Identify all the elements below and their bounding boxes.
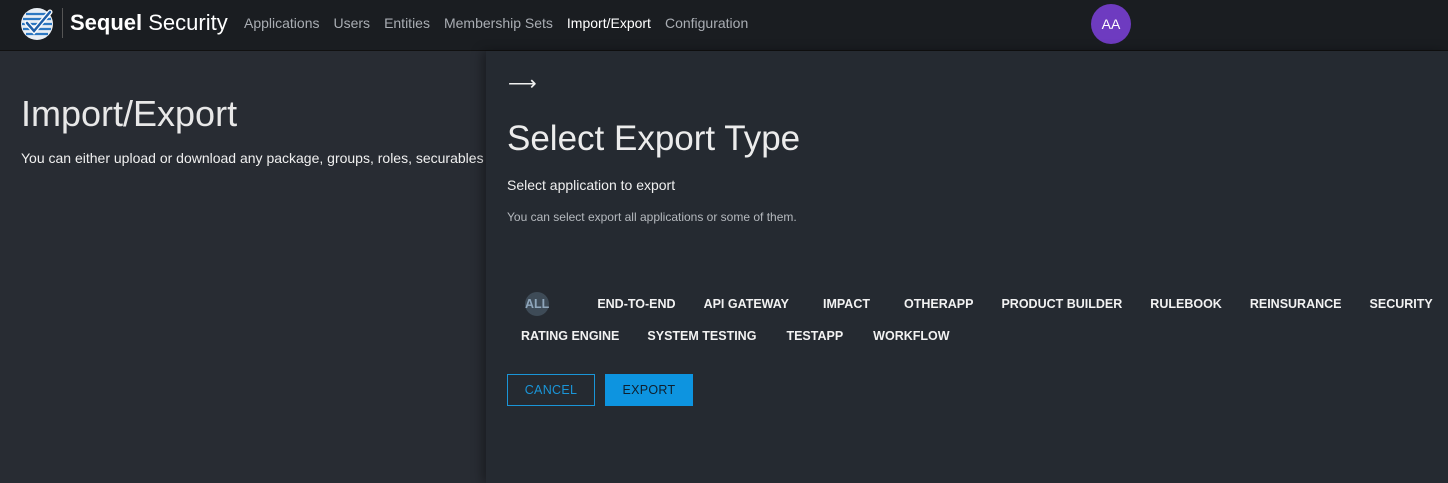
brand-bold: Sequel bbox=[70, 10, 143, 35]
app-label: RULEBOOK bbox=[1150, 297, 1222, 311]
main-nav: Applications Users Entities Membership S… bbox=[244, 15, 748, 31]
panel-subtitle: Select application to export bbox=[507, 177, 676, 193]
app-label: REINSURANCE bbox=[1249, 297, 1342, 311]
nav-entities[interactable]: Entities bbox=[384, 15, 430, 31]
brand-light: Security bbox=[142, 10, 228, 35]
sequel-logo-icon[interactable] bbox=[20, 7, 54, 41]
app-option-workflow[interactable]: WORKFLOW bbox=[859, 320, 963, 352]
app-option-rulebook[interactable]: RULEBOOK bbox=[1136, 288, 1236, 320]
app-option-impact[interactable]: IMPACT bbox=[809, 288, 884, 320]
app-label: API GATEWAY bbox=[703, 297, 789, 311]
nav-configuration[interactable]: Configuration bbox=[665, 15, 748, 31]
app-label: END-TO-END bbox=[597, 297, 676, 311]
app-option-api-gateway[interactable]: API GATEWAY bbox=[690, 288, 803, 320]
app-label: ALL bbox=[525, 297, 550, 311]
application-row-1: ALL END-TO-END API GATEWAY IMPACT OTHERA… bbox=[507, 288, 1437, 320]
nav-applications[interactable]: Applications bbox=[244, 15, 320, 31]
app-label: IMPACT bbox=[823, 297, 870, 311]
app-label: OTHERAPP bbox=[904, 297, 974, 311]
user-avatar[interactable]: AA bbox=[1091, 4, 1131, 44]
app-option-otherapp[interactable]: OTHERAPP bbox=[890, 288, 987, 320]
export-button[interactable]: EXPORT bbox=[605, 374, 693, 406]
application-row-2: RATING ENGINE SYSTEM TESTING TESTAPP WOR… bbox=[507, 320, 1437, 352]
export-side-panel: ⟶ Select Export Type Select application … bbox=[486, 51, 1448, 483]
brand-name[interactable]: Sequel Security bbox=[70, 10, 228, 36]
page-title: Import/Export bbox=[21, 93, 238, 134]
app-label: SECURITY bbox=[1369, 297, 1433, 311]
app-option-security[interactable]: SECURITY bbox=[1356, 288, 1447, 320]
app-option-reinsurance[interactable]: REINSURANCE bbox=[1236, 288, 1356, 320]
app-label: WORKFLOW bbox=[873, 329, 950, 343]
app-option-testapp[interactable]: TESTAPP bbox=[772, 320, 857, 352]
app-label: RATING ENGINE bbox=[521, 329, 620, 343]
panel-hint: You can select export all applications o… bbox=[507, 210, 797, 224]
nav-import-export[interactable]: Import/Export bbox=[567, 15, 651, 31]
app-option-end-to-end[interactable]: END-TO-END bbox=[583, 288, 689, 320]
app-label: PRODUCT BUILDER bbox=[1001, 297, 1123, 311]
page-description: You can either upload or download any pa… bbox=[21, 150, 484, 166]
cancel-button[interactable]: CANCEL bbox=[507, 374, 595, 406]
panel-title: Select Export Type bbox=[507, 119, 801, 158]
app-option-product-builder[interactable]: PRODUCT BUILDER bbox=[987, 288, 1136, 320]
top-navigation-bar: Sequel Security Applications Users Entit… bbox=[0, 0, 1448, 51]
nav-users[interactable]: Users bbox=[334, 15, 371, 31]
logo-divider bbox=[62, 8, 63, 38]
app-label: TESTAPP bbox=[786, 329, 844, 343]
arrow-right-icon[interactable]: ⟶ bbox=[508, 71, 537, 96]
app-option-rating-engine[interactable]: RATING ENGINE bbox=[507, 320, 633, 352]
app-label: SYSTEM TESTING bbox=[647, 329, 757, 343]
panel-actions: CANCEL EXPORT bbox=[507, 374, 693, 406]
app-option-all[interactable]: ALL bbox=[511, 288, 563, 320]
application-chip-list: ALL END-TO-END API GATEWAY IMPACT OTHERA… bbox=[507, 288, 1437, 352]
app-option-system-testing[interactable]: SYSTEM TESTING bbox=[633, 320, 770, 352]
nav-membership-sets[interactable]: Membership Sets bbox=[444, 15, 553, 31]
